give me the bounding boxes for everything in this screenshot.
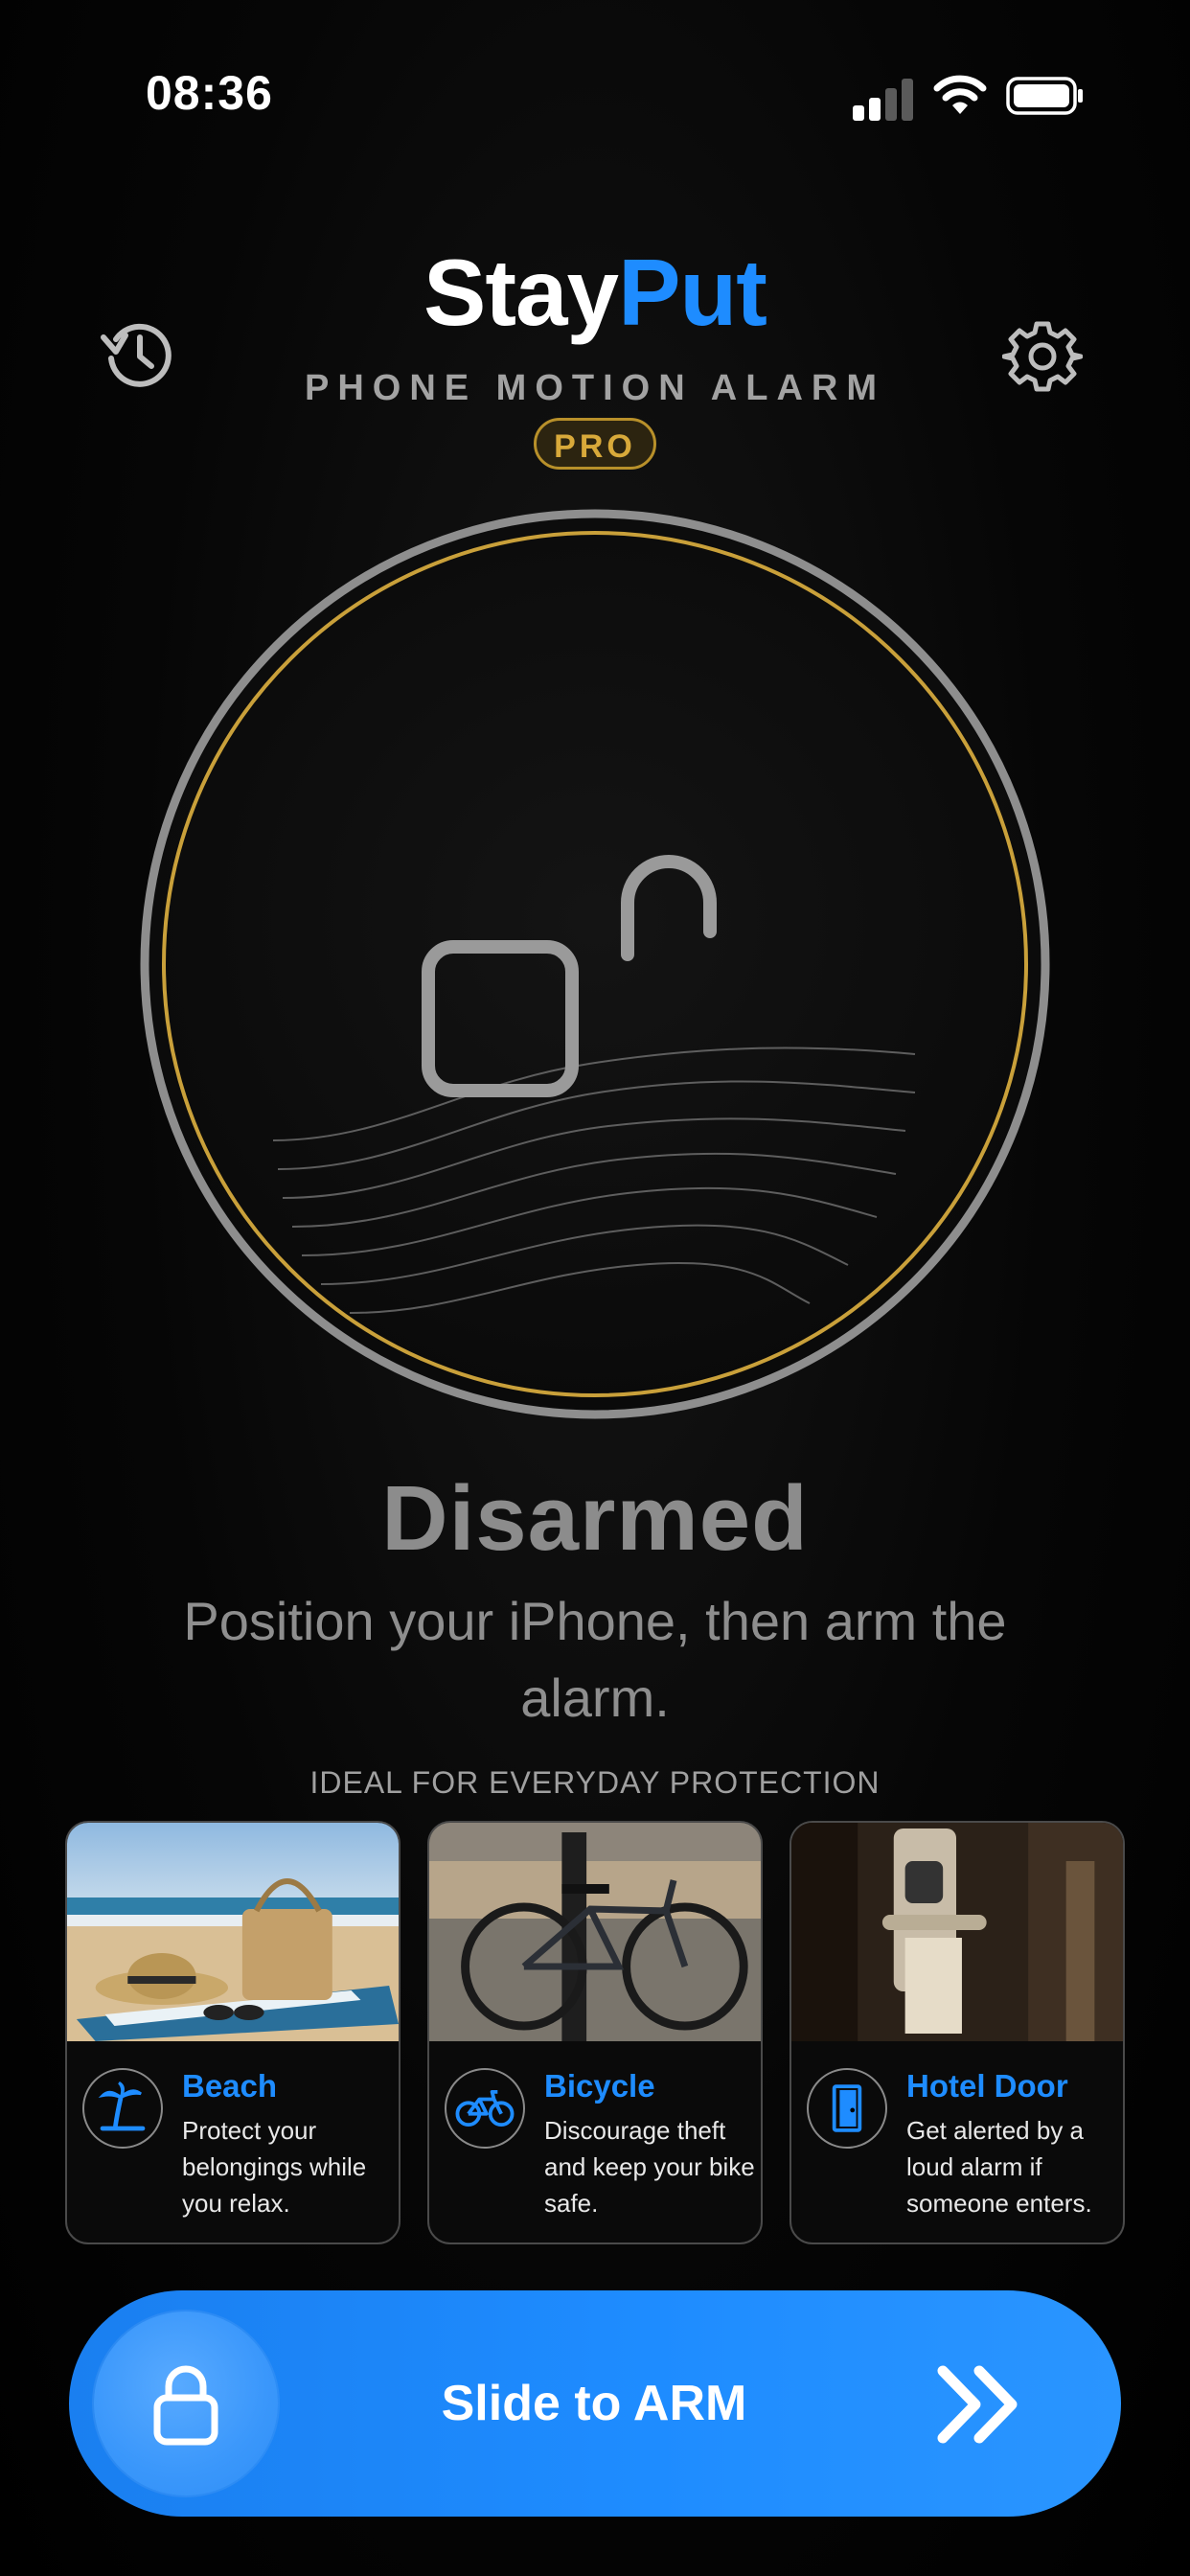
card-title-bicycle: Bicycle [544, 2068, 655, 2104]
slide-to-arm-knob[interactable] [94, 2312, 278, 2496]
alarm-status-ring[interactable] [139, 508, 1051, 1420]
use-case-card-hotel-door[interactable]: Hotel Door Get alerted by a loud alarm i… [790, 1821, 1125, 2244]
cellular-signal-icon [853, 77, 914, 121]
app-title-stay: Stay [423, 240, 619, 345]
use-case-card-bicycle[interactable]: Bicycle Discourage theft and keep your b… [427, 1821, 763, 2244]
pro-badge: PRO [534, 418, 656, 470]
beach-photo [67, 1823, 399, 2041]
card-title-beach: Beach [182, 2068, 278, 2104]
bicycle-icon [445, 2068, 525, 2149]
hotel-door-photo [791, 1823, 1123, 2041]
battery-icon [1006, 77, 1083, 115]
use-cases-heading: IDEAL FOR EVERYDAY PROTECTION [309, 1765, 881, 1800]
settings-gear-icon[interactable] [1002, 316, 1083, 397]
alarm-hint: Position your iPhone, then arm the alarm… [183, 1591, 1007, 1728]
use-case-card-beach[interactable]: Beach Protect your belongings while you … [65, 1821, 400, 2244]
card-desc-bicycle: Discourage theft and keep your bike safe… [544, 2116, 755, 2218]
card-desc-beach: Protect your belongings while you relax. [182, 2116, 367, 2218]
card-desc-hotel-door: Get alerted by a loud alarm if someone e… [906, 2116, 1092, 2218]
double-chevron-right-icon [937, 2365, 1018, 2444]
lock-icon [153, 2365, 218, 2446]
bicycle-photo [429, 1823, 761, 2041]
app-title-put: Put [618, 240, 767, 345]
palm-tree-icon [82, 2068, 163, 2149]
alarm-status-label: Disarmed [381, 1467, 809, 1570]
card-title-hotel-door: Hotel Door [906, 2068, 1068, 2104]
door-icon [807, 2068, 887, 2149]
history-icon[interactable] [100, 316, 176, 393]
wifi-icon [933, 75, 987, 114]
slide-to-arm-label: Slide to ARM [441, 2376, 747, 2431]
status-time: 08:36 [146, 66, 273, 120]
